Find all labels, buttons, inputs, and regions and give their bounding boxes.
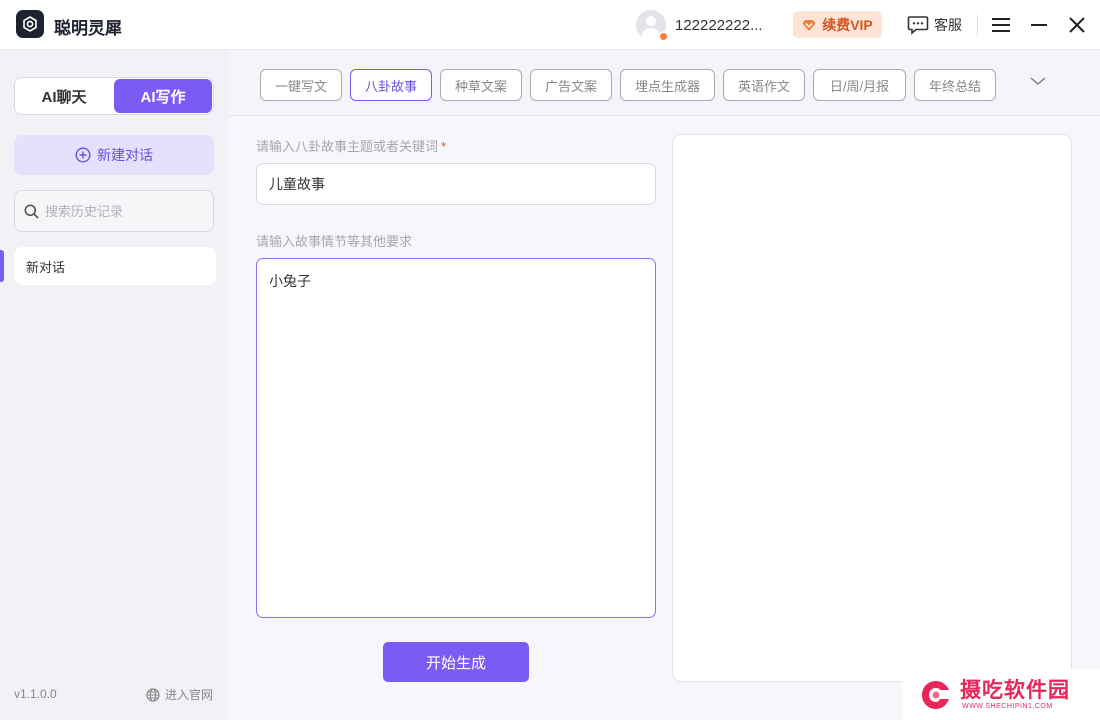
avatar-badge-icon: [658, 31, 669, 42]
writing-category-bar: 一键写文 八卦故事 种草文案 广告文案 埋点生成器 英语作文 日/周/月报 年终…: [228, 50, 1100, 116]
website-label: 进入官网: [165, 688, 214, 702]
plus-circle-icon: [75, 147, 91, 163]
watermark-text: 摄吃软件园 WWW.SHECHIPIN1.COM: [960, 679, 1070, 710]
new-chat-button[interactable]: 新建对话: [14, 135, 214, 175]
search-icon: [24, 204, 39, 219]
watermark-logo-icon: [922, 680, 949, 709]
minimize-icon: [1031, 24, 1047, 26]
close-button[interactable]: [1065, 13, 1089, 37]
tag-tracking-generator[interactable]: 埋点生成器: [620, 69, 715, 101]
active-indicator: [0, 250, 4, 282]
tag-gossip-story[interactable]: 八卦故事: [350, 69, 432, 101]
output-panel: [672, 134, 1072, 682]
tag-year-end-summary[interactable]: 年终总结: [914, 69, 996, 101]
official-website-link[interactable]: 进入官网: [146, 686, 213, 703]
hamburger-icon: [992, 18, 1010, 32]
required-mark: *: [441, 139, 447, 154]
minimize-button[interactable]: [1027, 13, 1051, 37]
requirements-textarea[interactable]: 小兔子: [256, 258, 656, 618]
renew-vip-button[interactable]: 续费VIP: [793, 11, 882, 38]
new-chat-label: 新建对话: [97, 147, 153, 163]
divider: [977, 15, 978, 35]
user-profile[interactable]: 122222222...: [636, 9, 763, 42]
chevron-down-icon: [1030, 77, 1046, 86]
watermark-title: 摄吃软件园: [960, 679, 1070, 702]
tag-daily-weekly-monthly-report[interactable]: 日/周/月报: [813, 69, 906, 101]
app-logo-icon: [16, 10, 44, 38]
start-generate-button[interactable]: 开始生成: [383, 642, 529, 682]
app-title: 聪明灵犀: [54, 19, 122, 38]
tag-seeding-copy[interactable]: 种草文案: [440, 69, 522, 101]
expand-tags-button[interactable]: [1028, 74, 1048, 91]
customer-service-button[interactable]: 客服: [907, 13, 962, 37]
vip-label: 续费VIP: [822, 16, 873, 33]
history-search: [14, 190, 214, 232]
tab-ai-writing[interactable]: AI写作: [114, 79, 212, 113]
watermark: 摄吃软件园 WWW.SHECHIPIN1.COM: [902, 669, 1100, 720]
mode-switch: AI聊天 AI写作: [14, 77, 214, 115]
username: 122222222...: [675, 16, 763, 34]
globe-icon: [146, 687, 160, 702]
topic-input[interactable]: [256, 163, 656, 205]
tag-english-essay[interactable]: 英语作文: [723, 69, 805, 101]
menu-button[interactable]: [989, 13, 1013, 37]
topic-label: 请输入八卦故事主题或者关键词 *: [256, 136, 446, 155]
watermark-subtitle: WWW.SHECHIPIN1.COM: [962, 703, 1053, 710]
close-icon: [1069, 17, 1085, 33]
topic-label-text: 请输入八卦故事主题或者关键词: [256, 139, 439, 154]
avatar[interactable]: [636, 10, 669, 42]
history-item[interactable]: 新对话: [14, 247, 216, 285]
tab-ai-chat[interactable]: AI聊天: [15, 78, 113, 114]
service-label: 客服: [934, 17, 962, 33]
version-label: v1.1.0.0: [14, 687, 57, 701]
sidebar: AI聊天 AI写作 新建对话 新对话 v1.1.0.0 进入官网: [0, 50, 228, 720]
diamond-icon: [802, 19, 816, 31]
history-item-label: 新对话: [26, 259, 66, 275]
requirements-label: 请输入故事情节等其他要求: [256, 234, 413, 249]
tag-ad-copy[interactable]: 广告文案: [530, 69, 612, 101]
search-input[interactable]: [45, 203, 205, 219]
chat-bubble-icon: [907, 16, 929, 35]
title-bar: 聪明灵犀 122222222... 续费VIP 客服: [0, 0, 1100, 50]
main-content: 一键写文 八卦故事 种草文案 广告文案 埋点生成器 英语作文 日/周/月报 年终…: [228, 50, 1100, 720]
tag-one-click-article[interactable]: 一键写文: [260, 69, 342, 101]
